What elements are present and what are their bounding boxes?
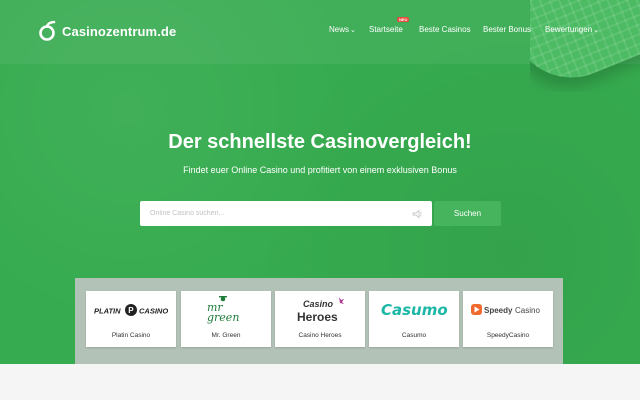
main-nav: News⌄ Startseite Beste Casinos Bester Bo… — [0, 25, 640, 39]
nav-item-bester-bonus[interactable]: Bester Bonus — [483, 25, 531, 34]
hero-title: Der schnellste Casinovergleich! — [168, 131, 472, 153]
platin-casino-logo: PLATIN P CASINO — [86, 291, 176, 329]
nav-item-label: Beste Casinos — [419, 25, 471, 34]
svg-text:green: green — [207, 311, 239, 324]
search-button[interactable]: Suchen — [434, 201, 501, 226]
search-input[interactable] — [140, 201, 410, 226]
svg-text:Casumo: Casumo — [381, 301, 448, 319]
felt-cloth-decoration — [530, 0, 640, 92]
casino-name: Casino Heroes — [298, 332, 342, 339]
mr-green-logo: mr green — [181, 291, 271, 329]
nav-item-label: News — [329, 25, 350, 34]
nav-item-label: Bewertungen — [545, 25, 593, 34]
casino-card-casino-heroes[interactable]: Casino Heroes Casino Heroes — [275, 291, 365, 347]
nav-item-news[interactable]: News⌄ — [329, 25, 356, 34]
casino-name: SpeedyCasino — [486, 332, 530, 339]
nav-item-bewertungen[interactable]: Bewertungen⌄ — [545, 25, 599, 34]
casino-card-speedycasino[interactable]: Speedy Casino SpeedyCasino — [463, 291, 553, 347]
chevron-down-icon: ⌄ — [593, 27, 600, 34]
speedycasino-logo: Speedy Casino — [463, 291, 553, 329]
svg-text:Casino: Casino — [515, 306, 540, 315]
casino-name: Platin Casino — [111, 332, 151, 339]
page-content-area — [0, 364, 640, 400]
casino-card-platin[interactable]: PLATIN P CASINO Platin Casino — [86, 291, 176, 347]
svg-text:CASINO: CASINO — [139, 307, 168, 316]
hero-subtitle: Findet euer Online Casino und profitiert… — [183, 165, 457, 175]
casino-name: Mr. Green — [211, 332, 241, 339]
svg-text:P: P — [128, 306, 134, 315]
svg-text:Heroes: Heroes — [297, 310, 338, 324]
search-box — [140, 201, 432, 226]
casumo-logo: Casumo — [369, 291, 459, 329]
casino-card-mr-green[interactable]: mr green Mr. Green — [181, 291, 271, 347]
casino-name: Casumo — [401, 332, 427, 339]
microphone-icon[interactable] — [412, 209, 422, 219]
hero-section: Casinozentrum.de News⌄ Startseite Beste … — [0, 0, 640, 364]
casino-card-casumo[interactable]: Casumo Casumo — [369, 291, 459, 347]
nav-item-startseite[interactable]: Startseite — [369, 25, 403, 34]
new-badge: NEU — [397, 17, 410, 22]
svg-text:PLATIN: PLATIN — [94, 307, 121, 316]
svg-text:Casino: Casino — [303, 299, 334, 309]
nav-item-label: Bester Bonus — [483, 25, 532, 34]
nav-item-beste-casinos[interactable]: Beste Casinos — [419, 25, 471, 34]
casino-heroes-logo: Casino Heroes — [275, 291, 365, 329]
nav-item-label: Startseite — [369, 25, 403, 34]
casino-carousel: PLATIN P CASINO Platin Casino mr green M… — [75, 278, 563, 364]
chevron-down-icon: ⌄ — [350, 27, 356, 34]
svg-text:Speedy: Speedy — [484, 306, 513, 315]
